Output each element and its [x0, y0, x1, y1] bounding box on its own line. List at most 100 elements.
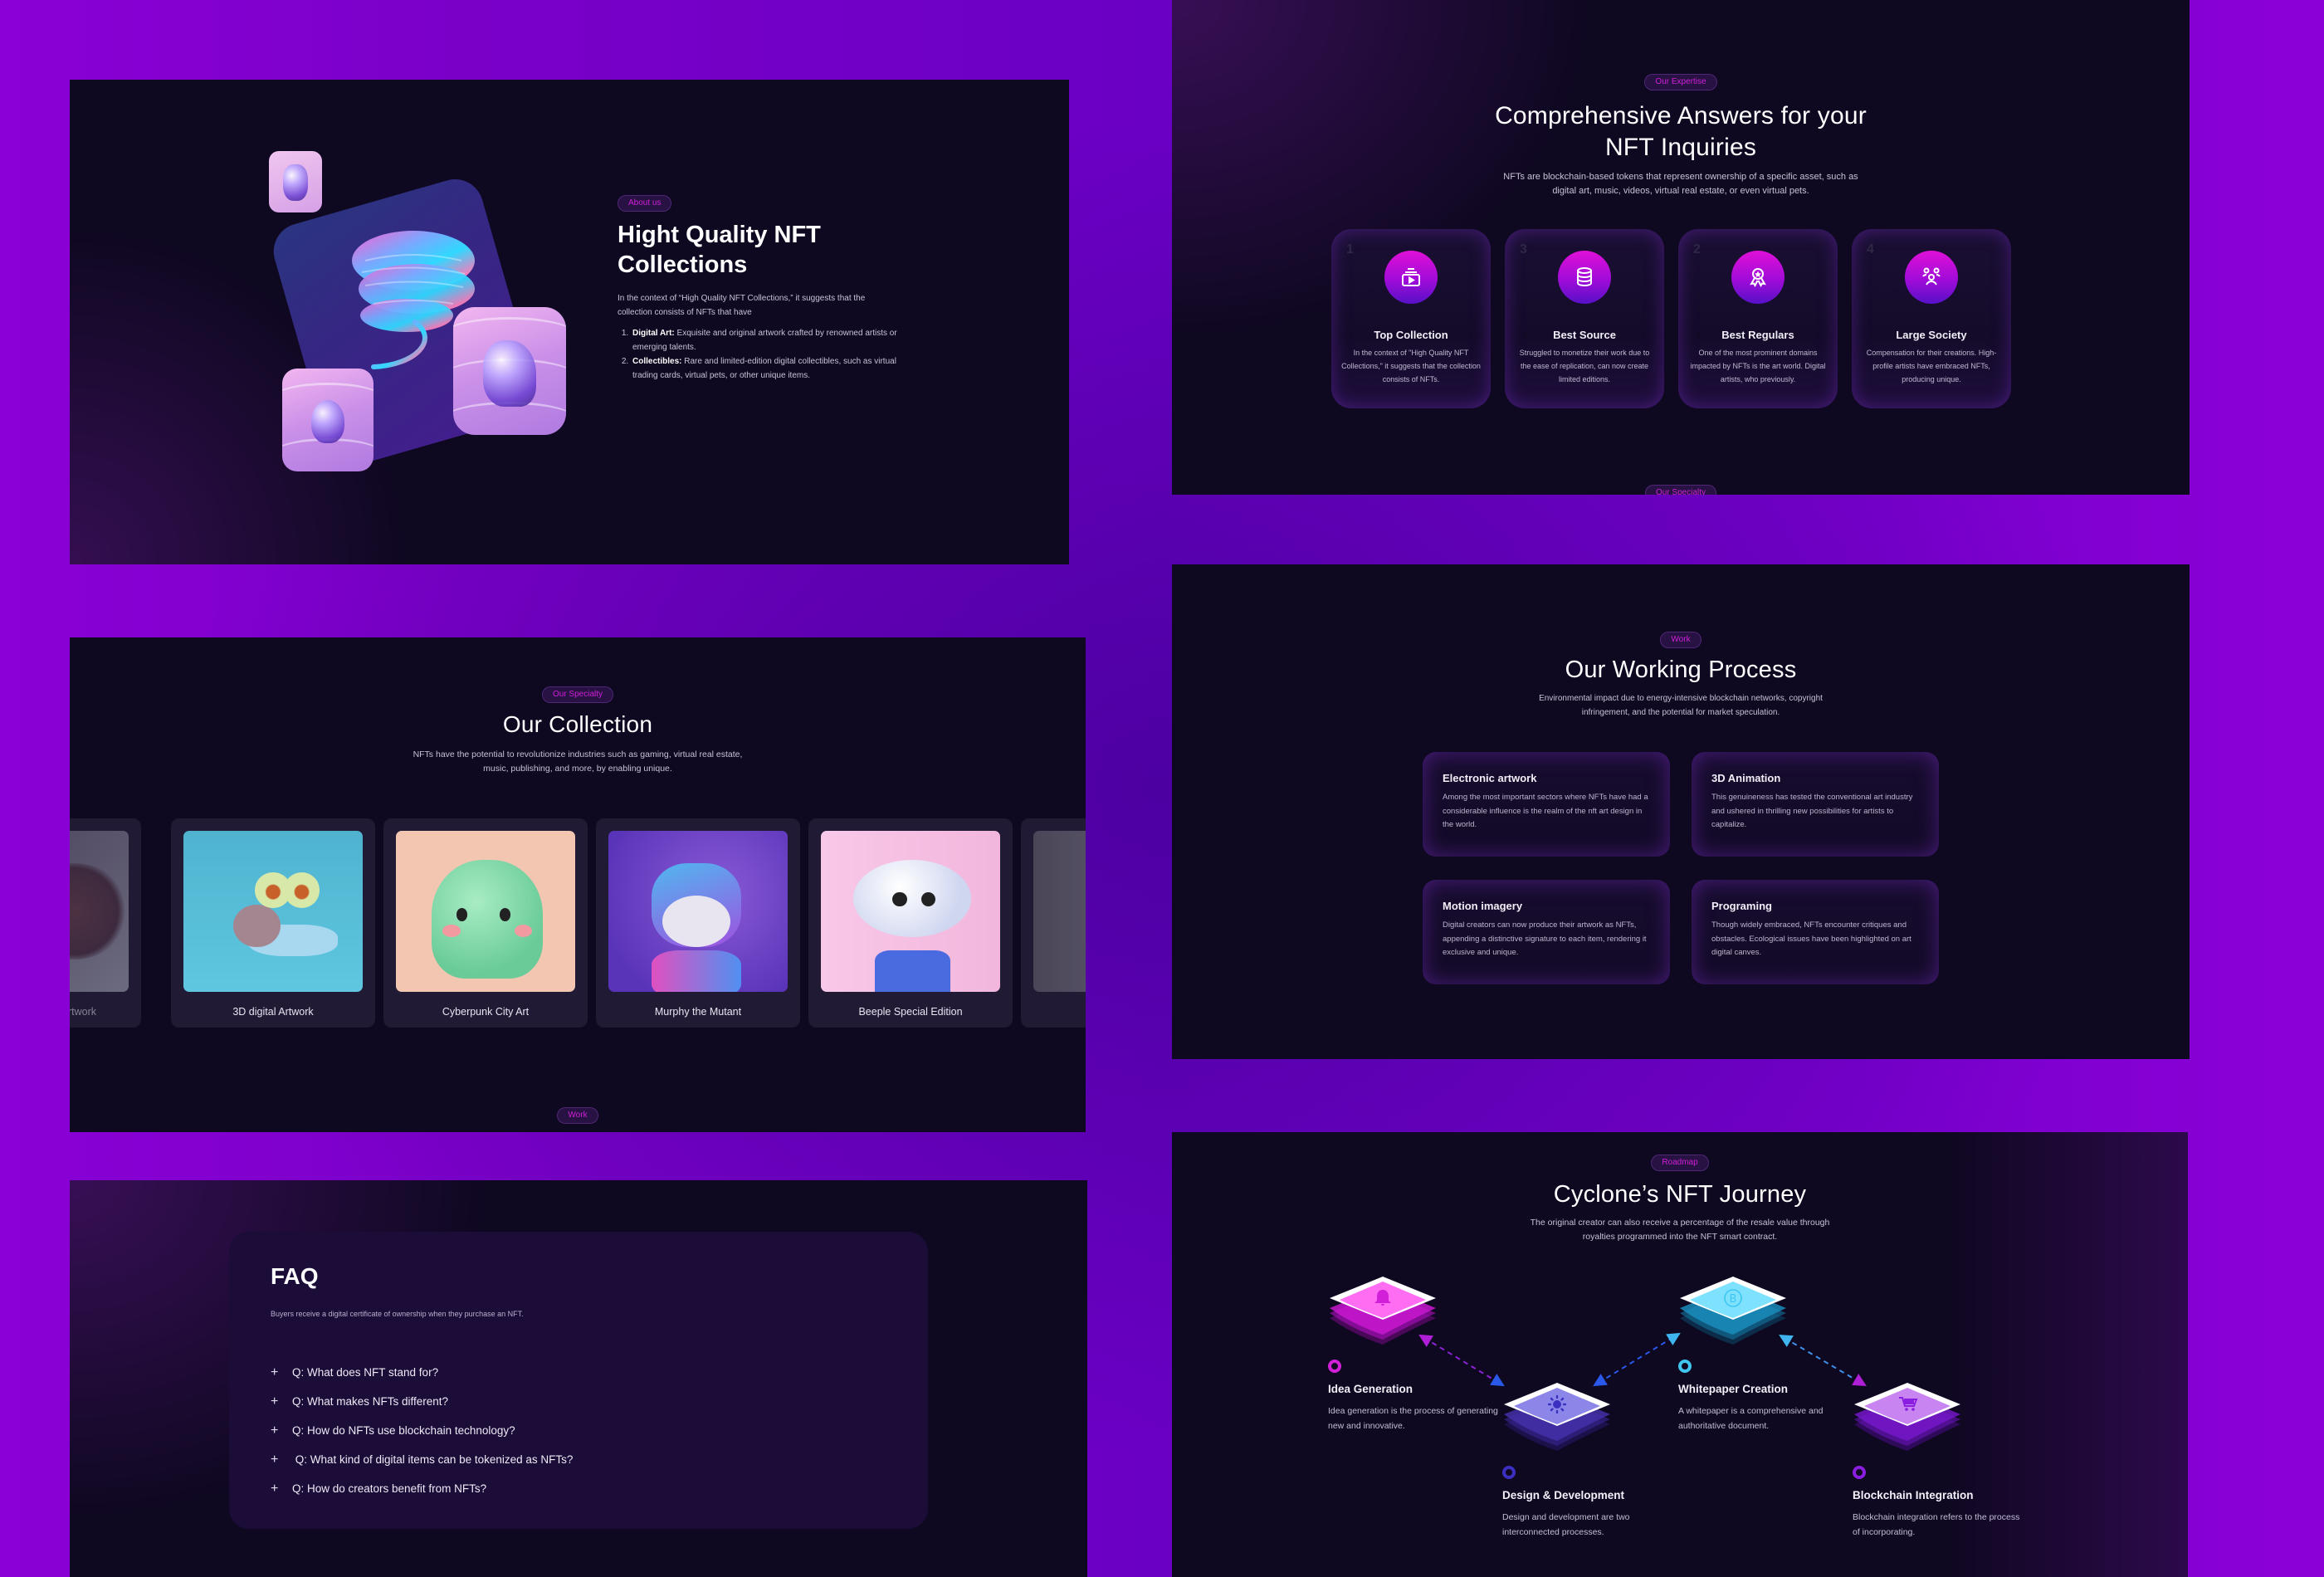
step-ring-icon [1328, 1360, 1341, 1373]
step-ring-icon [1678, 1360, 1692, 1373]
section-tag: Our Expertise [1644, 74, 1717, 90]
cloud-eye [892, 891, 907, 907]
list-item: Digital Art: Exquisite and original artw… [631, 326, 900, 354]
card-title: Large Society [1896, 329, 1967, 341]
snail-character [183, 831, 363, 992]
husky-character [608, 831, 788, 992]
card-title: Top Collection [1374, 329, 1448, 341]
faq-title: FAQ [271, 1263, 319, 1289]
nft-card[interactable]: rtwork [70, 818, 141, 1028]
roadmap-title: Cyclone’s NFT Journey [1553, 1181, 1807, 1208]
expertise-cards: 1 Top Collection In the context of "High… [1331, 229, 2011, 408]
card-text: Compensation for their creations. High-p… [1866, 349, 1997, 383]
connector-arrow [1593, 1332, 1681, 1387]
faq-question[interactable]: Q: What does NFT stand for? [292, 1366, 438, 1379]
faq-item[interactable]: + Q: How do NFTs use blockchain technolo… [271, 1416, 573, 1445]
faq-question[interactable]: Q: How do NFTs use blockchain technology… [292, 1424, 515, 1437]
nft-card[interactable]: Cyberpunk City Art [383, 818, 588, 1028]
faq-question[interactable]: Q: What kind of digital items can be tok… [292, 1453, 574, 1466]
chrome-sitting-figure [483, 340, 536, 408]
collection-section: Our Specialty Our Collection NFTs have t… [70, 637, 1086, 1132]
faq-item[interactable]: + Q: How do creators benefit from NFTs? [271, 1474, 573, 1503]
expertise-card[interactable]: 4 Large Society Compensation for their c… [1852, 229, 2011, 408]
roadmap-subtitle: The original creator can also receive a … [1530, 1218, 1830, 1242]
card-title: Best Regulars [1721, 329, 1794, 341]
nft-card-label: Murphy the Mutant [654, 1006, 742, 1018]
title-line: Comprehensive Answers for your [1495, 102, 1867, 129]
nft-card-label: Beeple Special Edition [858, 1006, 963, 1018]
faq-item[interactable]: + Q: What does NFT stand for? [271, 1358, 573, 1387]
card-title: Best Source [1553, 329, 1616, 341]
faq-question[interactable]: Q: How do creators benefit from NFTs? [292, 1482, 486, 1495]
expertise-header: Our Expertise Comprehensive Answers for … [1172, 73, 2190, 198]
cloud-jacket [874, 950, 950, 992]
card-number: 1 [1346, 242, 1354, 256]
process-card-text: Digital creators can now produce their a… [1443, 920, 1647, 957]
thumbnail-chrome-figure [453, 307, 566, 435]
layer-stack [1328, 1277, 1438, 1345]
creature-eye [500, 908, 511, 921]
husky-body [651, 950, 741, 992]
list-item: Collectibles: Rare and limited-edition d… [631, 354, 900, 383]
nft-card[interactable]: 3D digital Artwork [171, 818, 375, 1028]
database-icon [1558, 251, 1611, 304]
nft-card[interactable] [1021, 818, 1086, 1028]
art-shape [70, 862, 129, 960]
nft-card[interactable]: Murphy the Mutant [596, 818, 800, 1028]
process-card[interactable]: Motion imagery Digital creators can now … [1423, 880, 1670, 984]
about-title: Hight Quality NFT Collections [618, 222, 821, 278]
expertise-card[interactable]: 2 Best Regulars One of the most prominen… [1678, 229, 1838, 408]
step-text: Design and development are two interconn… [1502, 1512, 1630, 1537]
work-header: Work Our Working Process Environmental i… [1172, 631, 2190, 720]
husky-face [662, 895, 730, 947]
nft-card-label: Cyberpunk City Art [442, 1006, 530, 1018]
expand-plus-icon[interactable]: + [271, 1423, 292, 1438]
nft-card-label: rtwork [70, 1006, 96, 1018]
creature-cheek [514, 924, 533, 938]
card-number: 4 [1867, 242, 1874, 256]
step-text: A whitepaper is a comprehensive and auth… [1678, 1406, 1824, 1431]
process-card-text: Though widely embraced, NFTs encounter c… [1711, 920, 1911, 957]
layer-stack [1853, 1383, 1962, 1451]
expertise-title: Comprehensive Answers for your NFT Inqui… [1172, 100, 2190, 164]
process-card-title: Electronic artwork [1443, 772, 1537, 784]
step-text: Blockchain integration refers to the pro… [1853, 1512, 2020, 1537]
expand-plus-icon[interactable]: + [271, 1394, 292, 1409]
process-card[interactable]: Programing Though widely embraced, NFTs … [1692, 880, 1939, 984]
hero-artwork-collage [249, 141, 581, 481]
step-ring-icon [1502, 1466, 1516, 1479]
expertise-card[interactable]: 1 Top Collection In the context of "High… [1331, 229, 1491, 408]
process-card-title: 3D Animation [1711, 772, 1781, 784]
card-number: 3 [1520, 242, 1527, 256]
video-play-icon [1384, 251, 1438, 304]
about-text: About us Hight Quality NFT Collections I… [618, 194, 900, 383]
faq-section: FAQ Buyers receive a digital certificate… [70, 1180, 1087, 1577]
octopus-artwork [70, 831, 129, 992]
partial-card [1033, 831, 1086, 992]
faq-question[interactable]: Q: What makes NFTs different? [292, 1395, 448, 1408]
process-card-text: This genuineness has tested the conventi… [1711, 793, 1913, 829]
faq-item[interactable]: + Q: What makes NFTs different? [271, 1387, 573, 1416]
process-card[interactable]: Electronic artwork Among the most import… [1423, 752, 1670, 857]
collection-carousel[interactable]: rtwork 3D digital Artwork Cyberpunk City… [70, 818, 1086, 1028]
next-section-tag: Our Specialty [1172, 484, 2190, 495]
faq-box: FAQ Buyers receive a digital certificate… [229, 1232, 928, 1529]
snail-eye [283, 872, 320, 909]
process-card[interactable]: 3D Animation This genuineness has tested… [1692, 752, 1939, 857]
cloud-head [852, 859, 972, 938]
cloud-character [821, 831, 1000, 992]
roadmap-section: Roadmap Cyclone’s NFT Journey The origin… [1172, 1132, 2188, 1577]
expand-plus-icon[interactable]: + [271, 1452, 292, 1467]
card-text: One of the most prominent domains impact… [1690, 349, 1826, 383]
layer-stack: B [1678, 1277, 1788, 1345]
gear-sun-icon [1504, 1383, 1610, 1451]
about-section: About us Hight Quality NFT Collections I… [70, 80, 1069, 564]
faq-item[interactable]: + Q: What kind of digital items can be t… [271, 1445, 573, 1474]
working-process-section: Work Our Working Process Environmental i… [1172, 564, 2190, 1059]
step-title: Blockchain Integration [1853, 1489, 1974, 1501]
nft-card[interactable]: Beeple Special Edition [808, 818, 1013, 1028]
thumbnail-spiral-art [269, 151, 322, 212]
expand-plus-icon[interactable]: + [271, 1365, 292, 1380]
expertise-card[interactable]: 3 Best Source Struggled to monetize thei… [1505, 229, 1664, 408]
expand-plus-icon[interactable]: + [271, 1482, 292, 1496]
